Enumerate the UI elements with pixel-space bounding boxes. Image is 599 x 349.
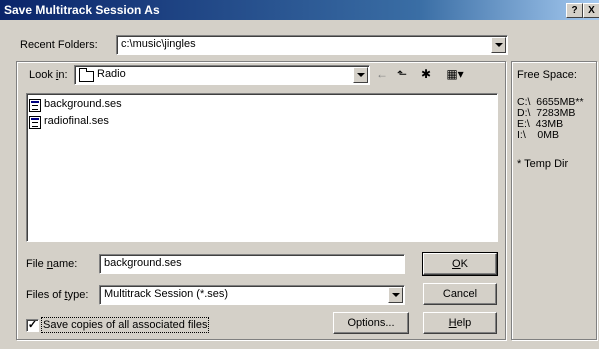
ok-button[interactable]: OK xyxy=(422,252,498,276)
window-title: Save Multitrack Session As xyxy=(4,3,160,17)
look-in-value: Radio xyxy=(97,68,126,80)
session-file-icon xyxy=(29,99,41,112)
recent-folders-value: c:\music\jingles xyxy=(121,38,196,50)
chevron-down-icon xyxy=(357,73,365,77)
file-type-label: Files of type: xyxy=(26,289,89,301)
save-copies-label[interactable]: Save copies of all associated files xyxy=(40,317,210,333)
chevron-down-icon xyxy=(495,43,503,47)
look-in-label: Look in: xyxy=(29,69,68,81)
look-in-combo[interactable]: Radio xyxy=(74,65,370,85)
recent-folders-combo[interactable]: c:\music\jingles xyxy=(116,35,508,55)
free-space-title: Free Space: xyxy=(517,69,577,81)
view-menu-icon[interactable]: ▦▾ xyxy=(442,66,468,82)
file-list[interactable]: background.ses radiofinal.ses xyxy=(26,93,498,242)
session-file-icon xyxy=(29,116,41,129)
file-name-value: background.ses xyxy=(104,257,182,269)
file-name-text: background.ses xyxy=(44,98,122,110)
close-title-button[interactable]: X xyxy=(583,3,599,18)
file-type-value: Multitrack Session (*.ses) xyxy=(104,288,229,300)
file-type-combo[interactable]: Multitrack Session (*.ses) xyxy=(99,285,405,305)
list-item[interactable]: radiofinal.ses xyxy=(29,114,229,130)
help-button[interactable]: Help xyxy=(423,312,497,334)
look-in-dropdown-button[interactable] xyxy=(353,67,368,83)
chevron-down-icon xyxy=(392,293,400,297)
title-bar: Save Multitrack Session As ? X xyxy=(0,0,599,20)
folder-icon xyxy=(79,68,94,82)
recent-folders-dropdown-button[interactable] xyxy=(491,37,506,53)
file-name-input[interactable]: background.ses xyxy=(99,254,405,274)
back-icon[interactable]: ← xyxy=(374,66,390,82)
up-folder-icon[interactable]: ⬑ xyxy=(394,66,410,82)
list-item[interactable]: background.ses xyxy=(29,97,229,113)
recent-folders-label: Recent Folders: xyxy=(20,39,98,51)
temp-dir-note: * Temp Dir xyxy=(517,158,569,170)
new-folder-icon[interactable]: ✱ xyxy=(418,66,434,82)
drive-free-space: I:\ 0MB xyxy=(517,129,560,141)
file-name-label: File name: xyxy=(26,258,78,270)
cancel-button[interactable]: Cancel xyxy=(423,283,497,305)
options-button[interactable]: Options... xyxy=(333,312,409,334)
free-space-panel: Free Space: C:\ 6655MB** D:\ 7283MB E:\ … xyxy=(511,61,597,340)
save-copies-checkbox[interactable]: ✓ xyxy=(26,319,39,332)
file-type-dropdown-button[interactable] xyxy=(388,287,403,303)
help-title-button[interactable]: ? xyxy=(566,3,583,18)
file-name-text: radiofinal.ses xyxy=(44,115,109,127)
